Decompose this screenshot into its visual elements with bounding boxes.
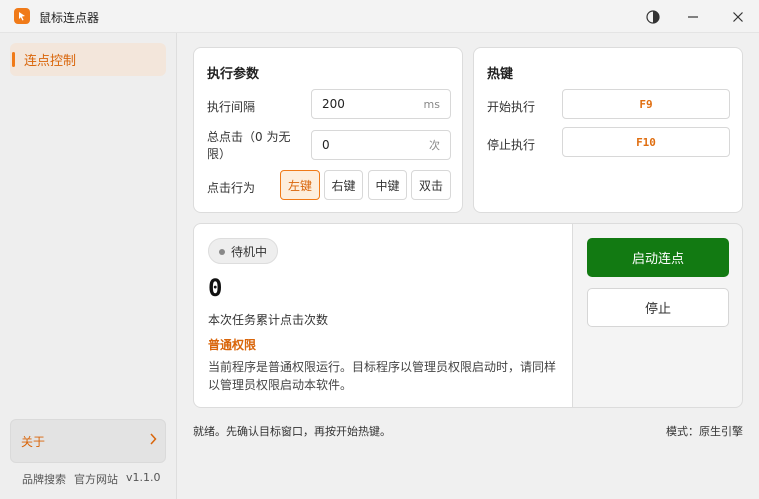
start-clicking-button[interactable]: 启动连点 [587,238,729,277]
title-bar: 鼠标连点器 [0,0,759,33]
interval-input[interactable]: 200 ms [311,89,451,119]
behavior-middle-button[interactable]: 中键 [368,170,407,200]
sidebar: 连点控制 关于 品牌搜索 官方网站 v1.1.0 [0,33,177,499]
interval-value: 200 [322,97,345,111]
params-card: 执行参数 执行间隔 200 ms 总点击（0 为无限） 0 次 点击行为 左键 … [193,47,463,213]
engine-mode: 模式：原生引擎 [666,425,743,438]
total-clicks-label: 总点击（0 为无限） [207,130,291,161]
start-hotkey-label: 开始执行 [487,100,536,114]
sidebar-item-click-control[interactable]: 连点控制 [10,43,166,76]
version-label: v1.1.0 [126,471,161,484]
window-title: 鼠标连点器 [39,11,100,25]
stop-hotkey-label: 停止执行 [487,138,536,152]
behavior-double-button[interactable]: 双击 [411,170,451,200]
behavior-left-button[interactable]: 左键 [280,170,320,200]
status-message: 就绪。先确认目标窗口，再按开始热键。 [193,425,391,438]
website-link[interactable]: 官方网站 [74,471,118,487]
permission-description: 当前程序是普通权限运行。目标程序以管理员权限启动时，请同样以管理员权限启动本软件… [208,360,557,392]
interval-label: 执行间隔 [207,100,256,114]
sidebar-item-label: 连点控制 [24,54,77,69]
total-clicks-value: 0 [322,138,330,152]
click-count: 0 [208,274,223,302]
status-badge-label: 待机中 [231,244,268,259]
status-dot-icon [219,249,225,255]
click-behavior-label: 点击行为 [207,181,256,195]
about-button[interactable]: 关于 [10,419,166,463]
close-icon[interactable] [718,0,758,33]
hotkeys-card: 热键 开始执行 F9 停止执行 F10 [473,47,743,213]
behavior-right-button[interactable]: 右键 [324,170,363,200]
total-clicks-unit: 次 [429,139,440,152]
stop-hotkey-field[interactable]: F10 [562,127,730,157]
minimize-icon[interactable] [673,0,713,33]
brand-search-link[interactable]: 品牌搜索 [22,471,66,487]
hotkeys-title: 热键 [487,67,514,82]
actions-card: 启动连点 停止 [572,223,743,408]
theme-toggle-icon[interactable] [633,0,673,33]
footer-links: 品牌搜索 官方网站 v1.1.0 [22,471,161,487]
total-clicks-input[interactable]: 0 次 [311,130,451,160]
permission-title: 普通权限 [208,338,257,352]
chevron-right-icon [149,433,157,448]
status-badge: 待机中 [208,238,279,264]
interval-unit: ms [423,97,440,111]
params-title: 执行参数 [207,67,260,82]
about-label: 关于 [21,434,46,449]
stop-button[interactable]: 停止 [587,288,729,327]
click-count-label: 本次任务累计点击次数 [208,313,329,327]
status-card: 待机中 0 本次任务累计点击次数 普通权限 当前程序是普通权限运行。目标程序以管… [193,223,573,408]
app-logo-icon [14,8,30,24]
start-hotkey-field[interactable]: F9 [562,89,730,119]
